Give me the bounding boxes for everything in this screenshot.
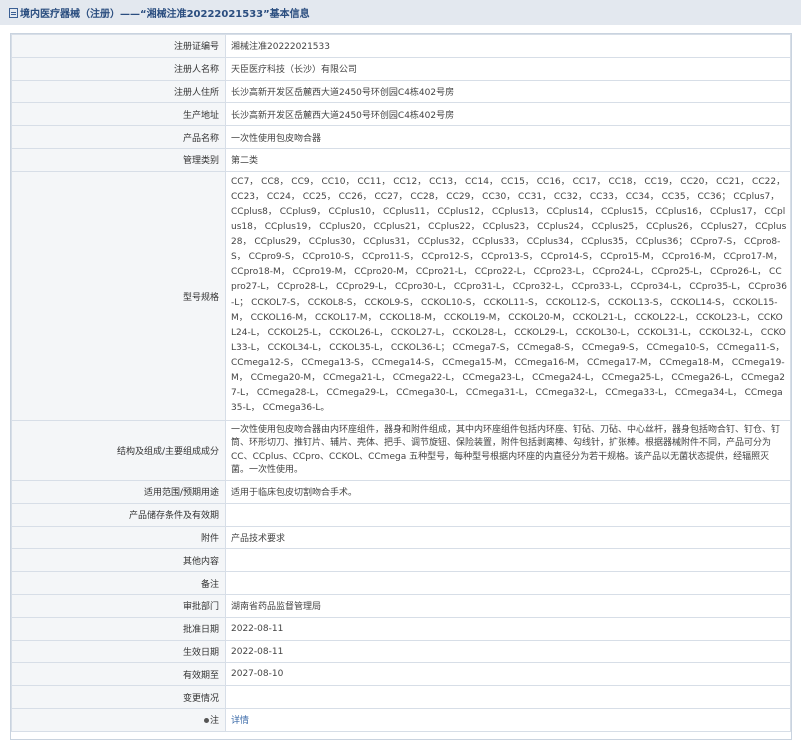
label-storage-conditions: 产品储存条件及有效期 (11, 502, 226, 527)
label-management-category: 管理类别 (11, 147, 226, 172)
label-valid-until: 有效期至 (11, 662, 226, 687)
label-remarks: 备注 (11, 571, 226, 596)
value-other-content (225, 548, 791, 573)
value-product-name: 一次性使用包皮吻合器 (225, 125, 791, 149)
value-attachment: 产品技术要求 (225, 525, 791, 550)
info-table: 注册证编号 湘械注准20222021533 注册人名称 天臣医疗科技（长沙）有限… (11, 34, 791, 732)
value-storage-conditions (225, 502, 791, 527)
table-row: 其他内容 (11, 548, 791, 573)
table-row: 产品储存条件及有效期 (11, 502, 791, 527)
table-row: 注册证编号 湘械注准20222021533 (11, 34, 791, 58)
table-row: 附件 产品技术要求 (11, 525, 791, 550)
label-effective-date: 生效日期 (11, 639, 226, 664)
table-row: 批准日期 2022-08-11 (11, 616, 791, 641)
page-title: 境内医疗器械（注册）——“湘械注准20222021533”基本信息 (20, 9, 310, 20)
value-approval-department: 湖南省药品监督管理局 (225, 594, 791, 618)
value-management-category: 第二类 (225, 147, 791, 172)
table-row: 审批部门 湖南省药品监督管理局 (11, 594, 791, 618)
label-other-content: 其他内容 (11, 548, 226, 573)
info-table-frame: 注册证编号 湘械注准20222021533 注册人名称 天臣医疗科技（长沙）有限… (10, 33, 792, 740)
document-icon (9, 7, 18, 18)
value-change-history (225, 685, 791, 710)
label-approval-department: 审批部门 (11, 594, 226, 618)
label-attachment: 附件 (11, 525, 226, 550)
value-registration-number: 湘械注准20222021533 (225, 34, 791, 58)
table-row: 型号规格 CC7， CC8， CC9， CC10， CC11， CC12， CC… (11, 170, 791, 422)
note-icon (203, 718, 209, 724)
label-approval-date: 批准日期 (11, 616, 226, 641)
value-registrant-address: 长沙高新开发区岳麓西大道2450号环创园C4栋402号房 (225, 79, 791, 104)
label-registrant-name: 注册人名称 (11, 56, 226, 81)
value-model-specification: CC7， CC8， CC9， CC10， CC11， CC12， CC13， C… (225, 170, 791, 422)
table-row: 注册人名称 天臣医疗科技（长沙）有限公司 (11, 56, 791, 81)
value-remarks (225, 571, 791, 596)
value-intended-use: 适用于临床包皮切割吻合手术。 (225, 480, 791, 504)
table-row: 适用范围/预期用途 适用于临床包皮切割吻合手术。 (11, 480, 791, 504)
page-header: 境内医疗器械（注册）——“湘械注准20222021533”基本信息 (0, 0, 801, 25)
value-approval-date: 2022-08-11 (225, 616, 791, 641)
details-link[interactable]: 详情 (231, 716, 249, 726)
table-row: 产品名称 一次性使用包皮吻合器 (11, 125, 791, 149)
value-production-address: 长沙高新开发区岳麓西大道2450号环创园C4栋402号房 (225, 102, 791, 127)
label-intended-use: 适用范围/预期用途 (11, 480, 226, 504)
note-label-text: 注 (209, 716, 219, 727)
table-row: 结构及组成/主要组成成分 一次性使用包皮吻合器由内环座组件，器身和附件组成，其中… (11, 420, 791, 482)
table-row: 生产地址 长沙高新开发区岳麓西大道2450号环创园C4栋402号房 (11, 102, 791, 127)
label-model-specification: 型号规格 (11, 170, 226, 422)
table-row: 备注 (11, 571, 791, 596)
label-registrant-address: 注册人住所 (11, 79, 226, 104)
label-change-history: 变更情况 (11, 685, 226, 710)
table-row: 生效日期 2022-08-11 (11, 639, 791, 664)
label-note: 注 (11, 708, 226, 732)
table-row: 变更情况 (11, 685, 791, 710)
table-row: 有效期至 2027-08-10 (11, 662, 791, 687)
table-row: 管理类别 第二类 (11, 147, 791, 172)
value-structure-composition: 一次性使用包皮吻合器由内环座组件，器身和附件组成，其中内环座组件包括内环座、钉砧… (225, 420, 791, 482)
value-note: 详情 (225, 708, 791, 732)
label-product-name: 产品名称 (11, 125, 226, 149)
value-registrant-name: 天臣医疗科技（长沙）有限公司 (225, 56, 791, 81)
table-row: 注 详情 (11, 708, 791, 732)
label-registration-number: 注册证编号 (11, 34, 226, 58)
table-row: 注册人住所 长沙高新开发区岳麓西大道2450号环创园C4栋402号房 (11, 79, 791, 104)
value-effective-date: 2022-08-11 (225, 639, 791, 664)
label-structure-composition: 结构及组成/主要组成成分 (11, 420, 226, 482)
value-valid-until: 2027-08-10 (225, 662, 791, 687)
label-production-address: 生产地址 (11, 102, 226, 127)
